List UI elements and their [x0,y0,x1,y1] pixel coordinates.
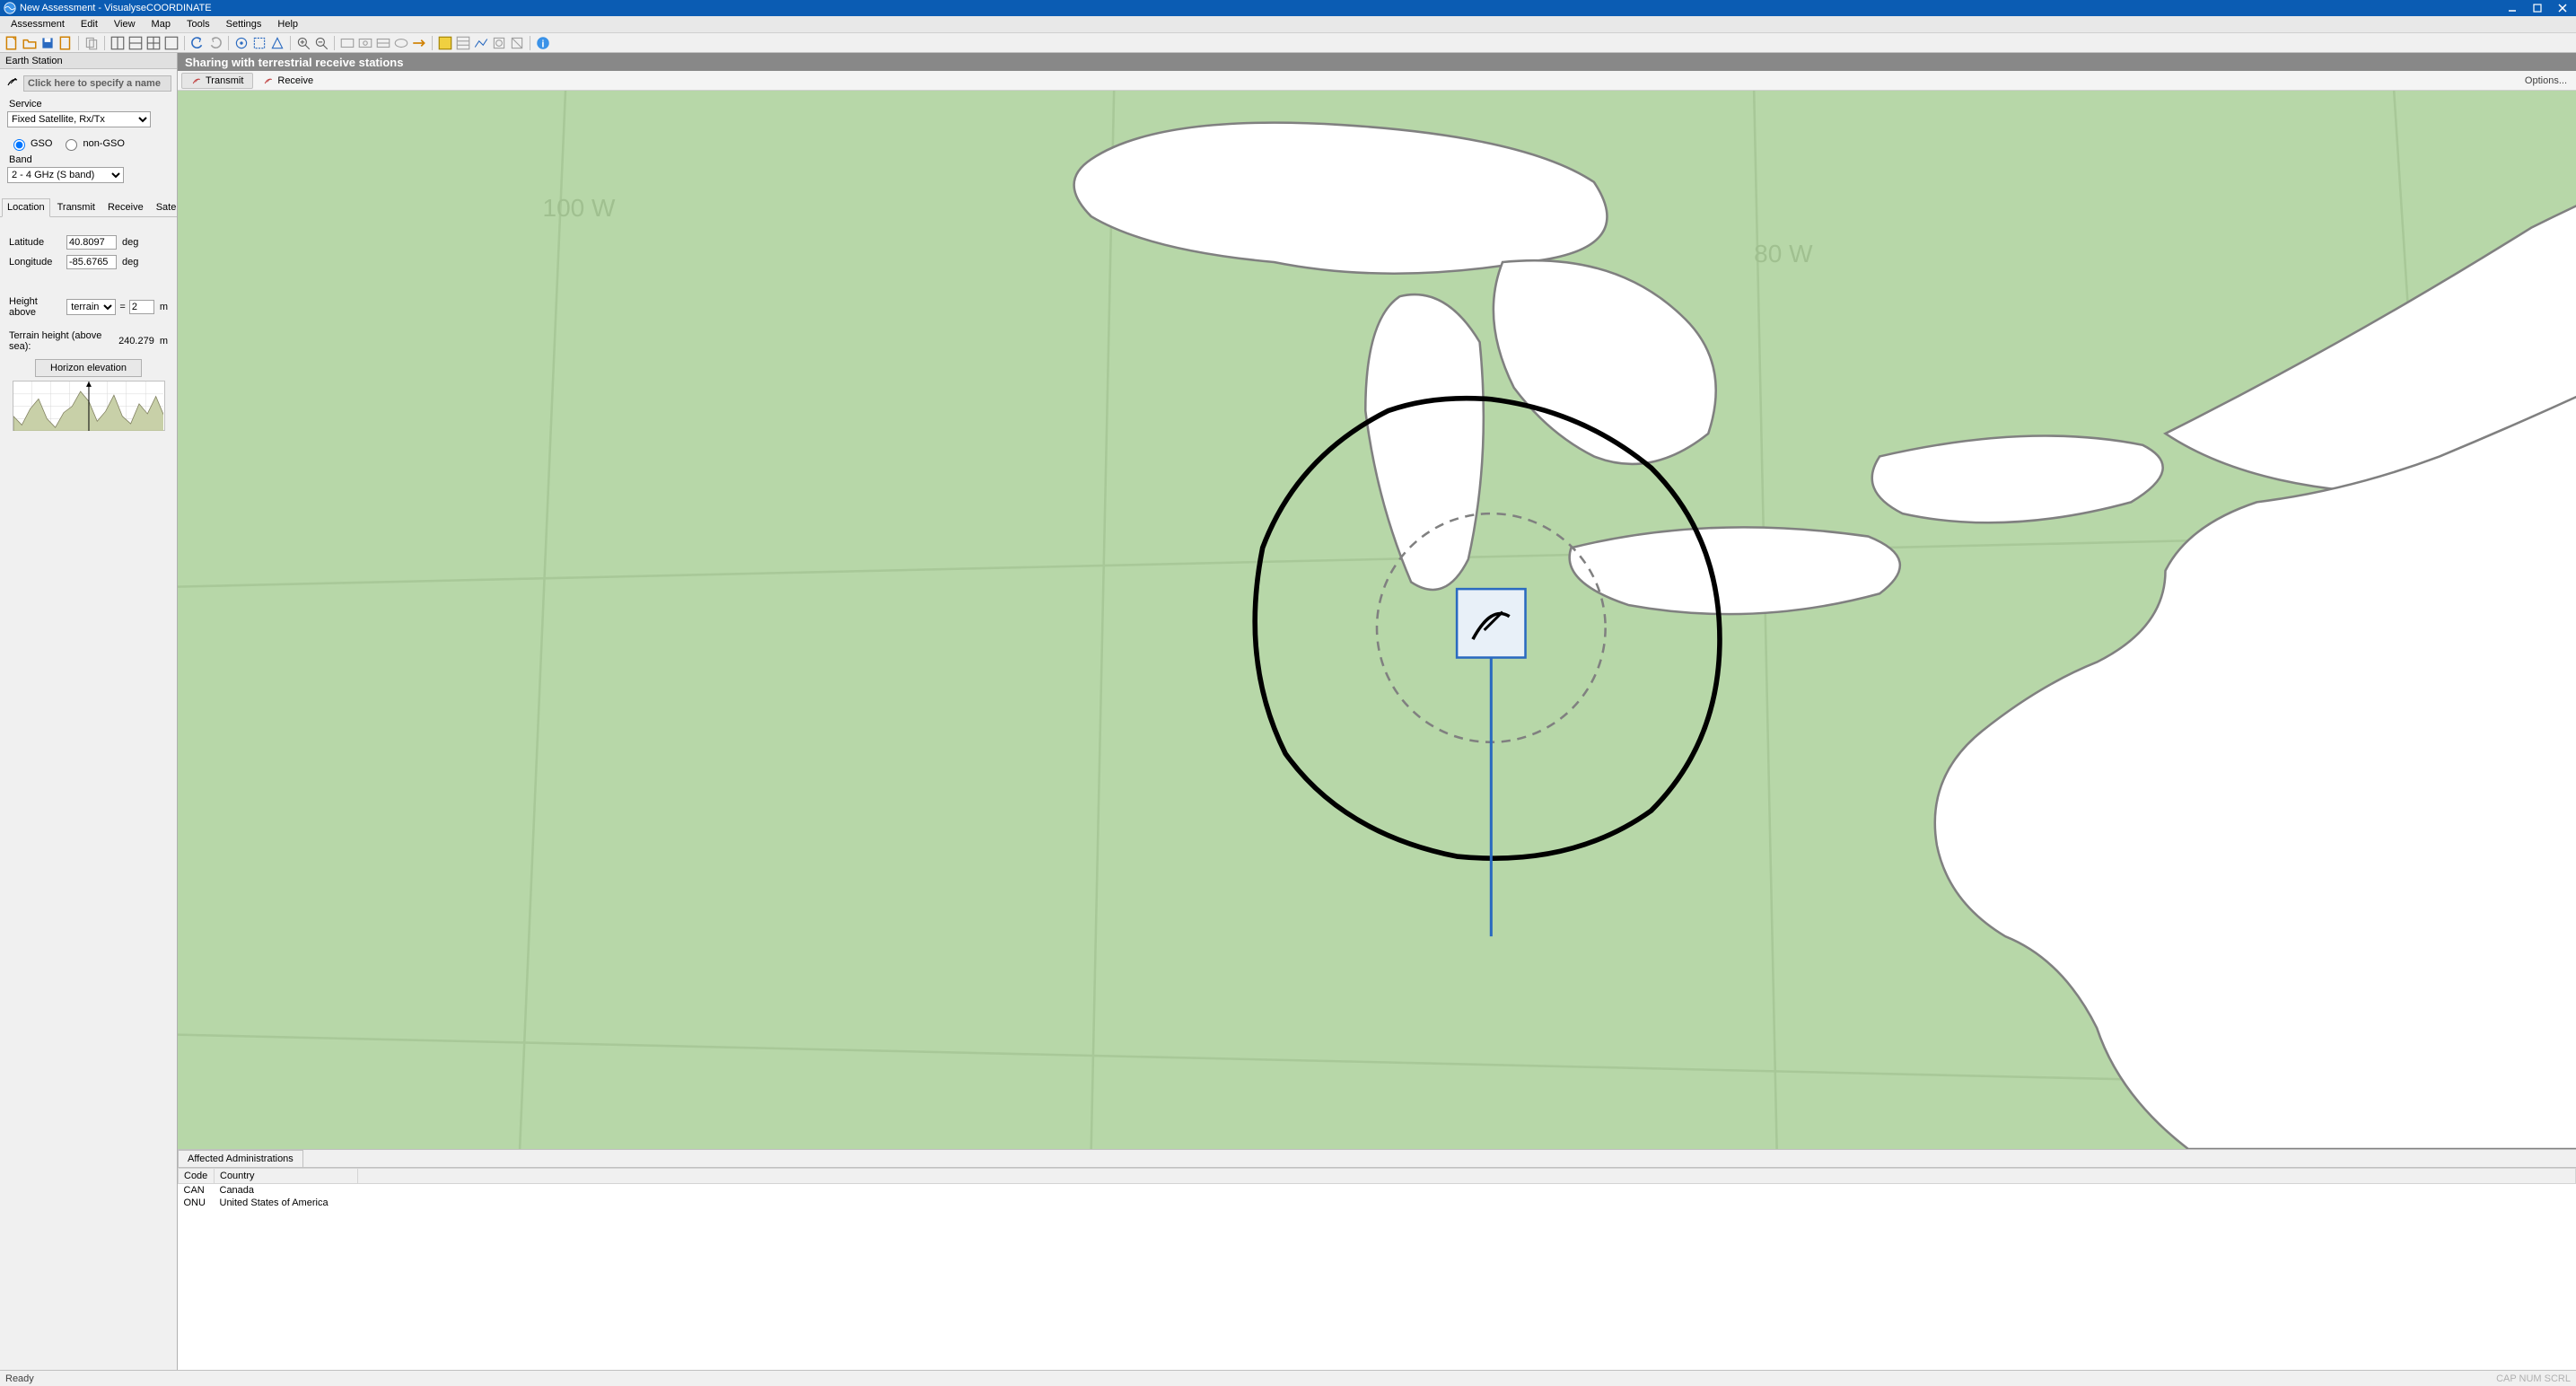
menubar: Assessment Edit View Map Tools Settings … [0,16,2576,33]
menu-edit[interactable]: Edit [74,17,105,31]
redo-icon[interactable] [207,35,223,51]
terrain-height-unit: m [160,336,168,346]
main-header: Sharing with terrestrial receive station… [178,53,2576,71]
tab-transmit[interactable]: Transmit [52,198,101,217]
new-icon[interactable] [4,35,20,51]
station-marker[interactable] [1457,589,1525,657]
gso-radio[interactable]: GSO [9,136,52,151]
tab-receive[interactable]: Receive [102,198,149,217]
band-select[interactable]: 2 - 4 GHz (S band) [7,167,124,183]
latitude-label: Latitude [9,237,66,248]
non-gso-radio[interactable]: non-GSO [61,136,124,151]
tab-affected-admins[interactable]: Affected Administrations [178,1150,303,1167]
layout3-icon[interactable] [145,35,162,51]
arrow-right-icon[interactable] [411,35,427,51]
receive-icon [263,75,274,86]
horizon-elevation-chart [13,381,165,431]
affected-admin-table: Code Country CAN Canada ONU United State… [178,1168,2576,1209]
status-indicators: CAP NUM SCRL [2496,1373,2571,1384]
save-as-icon[interactable] [57,35,74,51]
menu-help[interactable]: Help [270,17,305,31]
toolbar: i [0,33,2576,53]
app-icon [4,2,16,14]
service-label: Service [9,99,171,110]
main-tab-receive[interactable]: Receive [253,73,323,89]
region2-icon[interactable] [357,35,373,51]
copy-icon[interactable] [83,35,100,51]
menu-tools[interactable]: Tools [180,17,217,31]
menu-settings[interactable]: Settings [219,17,269,31]
select3-icon[interactable] [269,35,285,51]
maximize-button[interactable] [2533,4,2542,13]
open-icon[interactable] [22,35,38,51]
antenna-icon [5,75,20,92]
select1-icon[interactable] [233,35,250,51]
latitude-unit: deg [122,237,138,248]
height-above-label: Height above [9,296,66,318]
minimize-button[interactable] [2508,4,2517,13]
height-ref-select[interactable]: terrain [66,299,116,315]
region4-icon[interactable] [393,35,409,51]
horizon-elevation-button[interactable]: Horizon elevation [35,359,142,377]
region1-icon[interactable] [339,35,355,51]
earth-station-panel: Earth Station Click here to specify a na… [0,53,178,1370]
layer5-icon[interactable] [509,35,525,51]
main-tab-transmit[interactable]: Transmit [181,73,253,89]
map-label-100w: 100 W [543,194,616,222]
layout4-icon[interactable] [163,35,180,51]
zoom-out-icon[interactable] [313,35,329,51]
map-view[interactable]: 100 W 80 W [178,91,2576,1150]
layer3-icon[interactable] [473,35,489,51]
service-select[interactable]: Fixed Satellite, Rx/Tx [7,111,151,127]
menu-assessment[interactable]: Assessment [4,17,72,31]
statusbar: Ready CAP NUM SCRL [0,1370,2576,1386]
menu-view[interactable]: View [107,17,143,31]
table-row[interactable]: CAN Canada [179,1184,2576,1197]
col-country[interactable]: Country [215,1169,358,1184]
zoom-in-icon[interactable] [295,35,311,51]
info-icon[interactable]: i [535,35,551,51]
undo-icon[interactable] [189,35,206,51]
tab-satellite[interactable]: Satellite [151,198,177,217]
longitude-label: Longitude [9,257,66,268]
select2-icon[interactable] [251,35,267,51]
close-button[interactable] [2558,4,2567,13]
layer4-icon[interactable] [491,35,507,51]
station-subtabs: Location Transmit Receive Satellite [0,197,177,217]
height-equals: = [119,302,125,312]
latitude-input[interactable] [66,235,117,250]
layer1-icon[interactable] [437,35,453,51]
main-control-bar: Transmit Receive Options... [178,71,2576,91]
options-link[interactable]: Options... [2525,75,2572,86]
layout1-icon[interactable] [110,35,126,51]
height-input[interactable] [129,300,154,314]
longitude-unit: deg [122,257,138,268]
save-icon[interactable] [39,35,56,51]
region3-icon[interactable] [375,35,391,51]
band-label: Band [9,154,171,165]
height-unit: m [160,302,168,312]
menu-map[interactable]: Map [145,17,178,31]
terrain-height-label: Terrain height (above sea): [9,330,117,352]
titlebar: New Assessment - VisualyseCOORDINATE [0,0,2576,16]
map-label-80w: 80 W [1754,240,1813,268]
tab-location[interactable]: Location [2,198,50,217]
layout2-icon[interactable] [127,35,144,51]
window-title: New Assessment - VisualyseCOORDINATE [20,3,2508,13]
station-name-input[interactable]: Click here to specify a name [23,75,171,92]
layer2-icon[interactable] [455,35,471,51]
status-text: Ready [5,1373,34,1384]
longitude-input[interactable] [66,255,117,269]
affected-admin-panel: Affected Administrations Code Country CA… [178,1150,2576,1370]
terrain-height-value: 240.279 [117,336,154,346]
earth-station-panel-title: Earth Station [0,53,177,69]
table-row[interactable]: ONU United States of America [179,1197,2576,1209]
col-code[interactable]: Code [179,1169,215,1184]
svg-text:i: i [541,39,544,49]
transmit-icon [191,75,202,86]
